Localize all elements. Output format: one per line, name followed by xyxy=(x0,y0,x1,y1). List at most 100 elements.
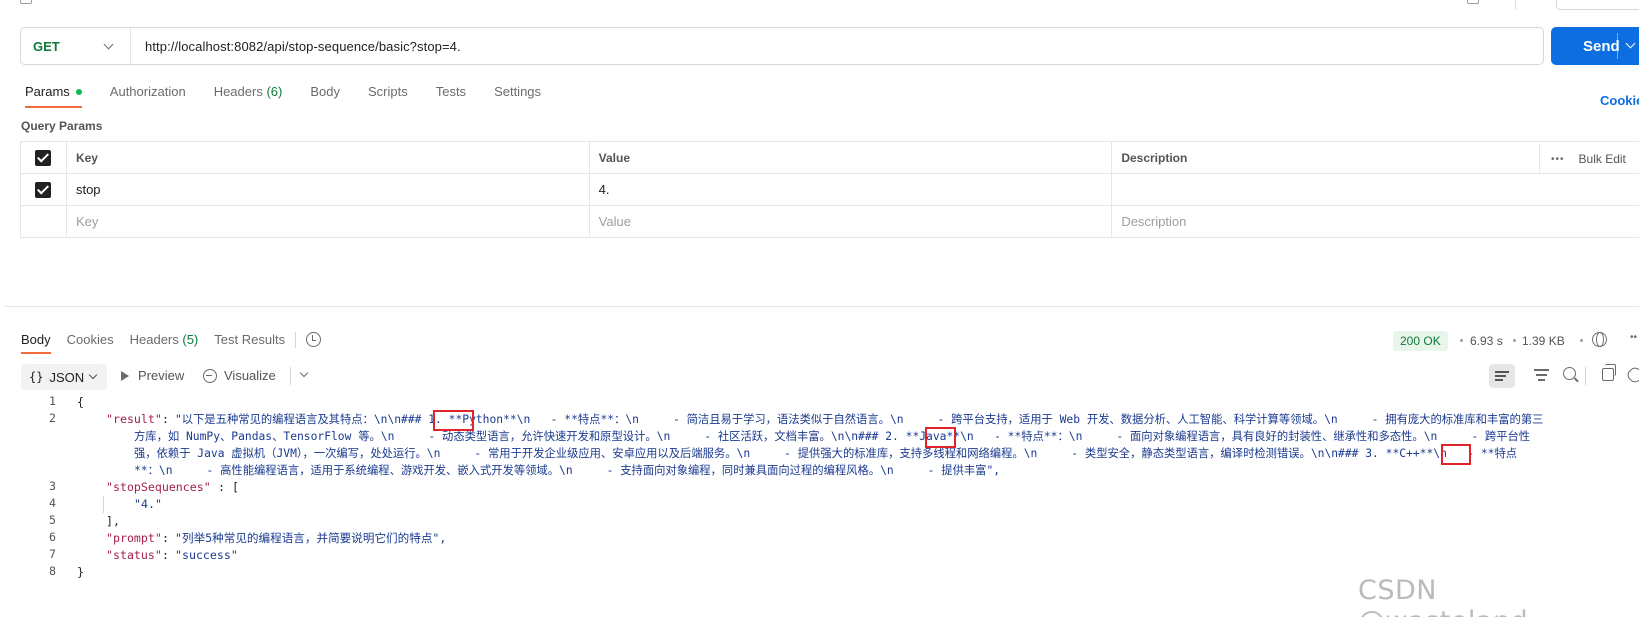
more-horizontal-icon[interactable]: •• xyxy=(1630,332,1637,343)
toolbar-divider xyxy=(290,367,291,385)
watermark: CSDN @wasteland~ xyxy=(1358,575,1551,617)
send-label: Send xyxy=(1583,37,1620,55)
tab-headers[interactable]: Headers (6) xyxy=(214,82,283,108)
json-colon: : xyxy=(162,412,169,426)
status-badge[interactable]: 200 OK xyxy=(1393,331,1448,351)
copy-icon[interactable] xyxy=(1602,364,1616,381)
tab-response-cookies[interactable]: Cookies xyxy=(67,332,114,354)
table-row: stop 4. xyxy=(21,174,1639,206)
tabs-divider xyxy=(295,332,296,348)
cookies-link[interactable]: Cookie xyxy=(1600,93,1639,108)
tab-test-results[interactable]: Test Results xyxy=(214,332,285,354)
tab-settings[interactable]: Settings xyxy=(494,82,541,108)
send-button[interactable]: Send xyxy=(1551,27,1639,65)
tab-scripts[interactable]: Scripts xyxy=(368,82,408,108)
format-label: JSON xyxy=(49,369,85,385)
highlight-box xyxy=(433,410,474,431)
new-key-input[interactable]: Key xyxy=(67,206,590,237)
visualize-button[interactable]: Visualize xyxy=(203,368,276,383)
meta-separator xyxy=(1580,339,1583,342)
line-number: 8 xyxy=(49,564,56,578)
json-close-brace: } xyxy=(77,565,84,579)
new-value-input[interactable]: Value xyxy=(590,206,1113,237)
link-icon[interactable] xyxy=(1625,365,1639,385)
table-row-empty: Key Value Description xyxy=(21,206,1639,238)
url-input[interactable]: http://localhost:8082/api/stop-sequence/… xyxy=(131,39,461,54)
param-description-input[interactable] xyxy=(1112,174,1639,205)
pane-divider[interactable] xyxy=(5,306,1639,307)
json-key-status: "status" xyxy=(106,548,162,562)
param-key-input[interactable]: stop xyxy=(67,174,590,205)
search-icon[interactable] xyxy=(1563,367,1576,380)
row-checkbox[interactable] xyxy=(21,174,67,205)
chevron-down-icon[interactable] xyxy=(299,368,309,378)
bulk-edit-button[interactable]: ••• Bulk Edit xyxy=(1539,144,1626,174)
tab-response-headers[interactable]: Headers (5) xyxy=(130,332,199,354)
save-icon[interactable] xyxy=(1467,0,1479,4)
json-value-result-line: **：\n - 高性能编程语言，适用于系统编程、游戏开发、嵌入式开发等领域。\n… xyxy=(134,464,1001,477)
new-description-input[interactable]: Description xyxy=(1112,206,1639,237)
indent-guide xyxy=(103,496,104,513)
chevron-down-icon xyxy=(103,39,114,49)
checkbox-checked-icon xyxy=(35,181,52,198)
bulk-edit-label: Bulk Edit xyxy=(1578,152,1626,166)
table-header-row: Key Value Description xyxy=(21,142,1639,174)
line-number: 2 xyxy=(49,411,56,425)
preview-button[interactable]: Preview xyxy=(121,368,184,383)
filter-icon-line xyxy=(1534,369,1549,371)
wrap-lines-icon xyxy=(1495,371,1509,373)
more-horizontal-icon[interactable]: ••• xyxy=(1551,154,1565,165)
json-key-result: "result" xyxy=(106,412,162,426)
line-number: 3 xyxy=(49,479,56,493)
json-array-open: : [ xyxy=(218,480,239,494)
toolbar-divider xyxy=(1585,367,1586,385)
request-tabs: Params Authorization Headers (6) Body Sc… xyxy=(25,82,569,108)
wrap-lines-icon xyxy=(1495,379,1503,381)
tab-params[interactable]: Params xyxy=(25,82,82,108)
history-icon[interactable] xyxy=(306,332,321,347)
checkbox-checked-icon xyxy=(35,149,52,166)
json-open-brace: { xyxy=(77,395,84,409)
line-number: 6 xyxy=(49,530,56,544)
chevron-down-icon xyxy=(88,370,98,380)
top-divider xyxy=(1515,0,1516,10)
play-icon xyxy=(121,370,129,381)
visualize-label: Visualize xyxy=(224,368,276,383)
wrap-lines-button[interactable] xyxy=(1489,364,1515,388)
select-all-checkbox[interactable] xyxy=(21,142,67,173)
globe-icon[interactable] xyxy=(1592,332,1607,347)
json-value-prompt: "列举5种常见的编程语言，并简要说明它们的特点", xyxy=(175,531,447,545)
tab-body[interactable]: Body xyxy=(310,82,340,108)
param-value-input[interactable]: 4. xyxy=(590,174,1113,205)
params-active-dot xyxy=(75,88,82,95)
json-colon: : xyxy=(162,531,169,545)
response-size[interactable]: 1.39 KB xyxy=(1522,334,1565,348)
json-key-prompt: "prompt" xyxy=(106,531,162,545)
meta-separator xyxy=(1460,339,1463,342)
tab-authorization[interactable]: Authorization xyxy=(110,82,186,108)
response-tabs: Body Cookies Headers (5) Test Results xyxy=(21,332,301,354)
json-array-close: ], xyxy=(106,514,120,528)
headers-count: (6) xyxy=(266,84,283,99)
json-value-status: "success" xyxy=(175,548,238,562)
response-time[interactable]: 6.93 s xyxy=(1470,334,1503,348)
method-select[interactable]: GET xyxy=(21,28,131,64)
highlight-box xyxy=(1441,444,1471,465)
json-braces-icon: {} xyxy=(29,370,44,384)
json-value-result-line: "以下是五种常见的编程语言及其特点：\n\n### 1. **Python**\… xyxy=(175,413,1544,426)
format-select[interactable]: {} JSON xyxy=(21,364,107,390)
empty-checkbox-cell xyxy=(21,206,67,237)
json-value-result-line: 方库，如 NumPy、Pandas、TensorFlow 等。\n - 动态类型… xyxy=(134,430,1531,443)
top-right-control[interactable] xyxy=(1556,0,1639,10)
method-label: GET xyxy=(33,38,60,54)
bulk-divider xyxy=(1539,144,1540,174)
params-table: Key Value Description stop 4. Key Value … xyxy=(20,141,1639,238)
highlight-box xyxy=(925,427,956,448)
header-value: Value xyxy=(590,142,1113,173)
chevron-down-icon[interactable] xyxy=(1625,38,1636,49)
tab-response-body[interactable]: Body xyxy=(21,332,51,354)
tab-tests[interactable]: Tests xyxy=(436,82,466,108)
query-params-title: Query Params xyxy=(21,119,103,133)
filter-icon[interactable] xyxy=(1534,369,1549,383)
tab-icon[interactable] xyxy=(20,0,32,4)
